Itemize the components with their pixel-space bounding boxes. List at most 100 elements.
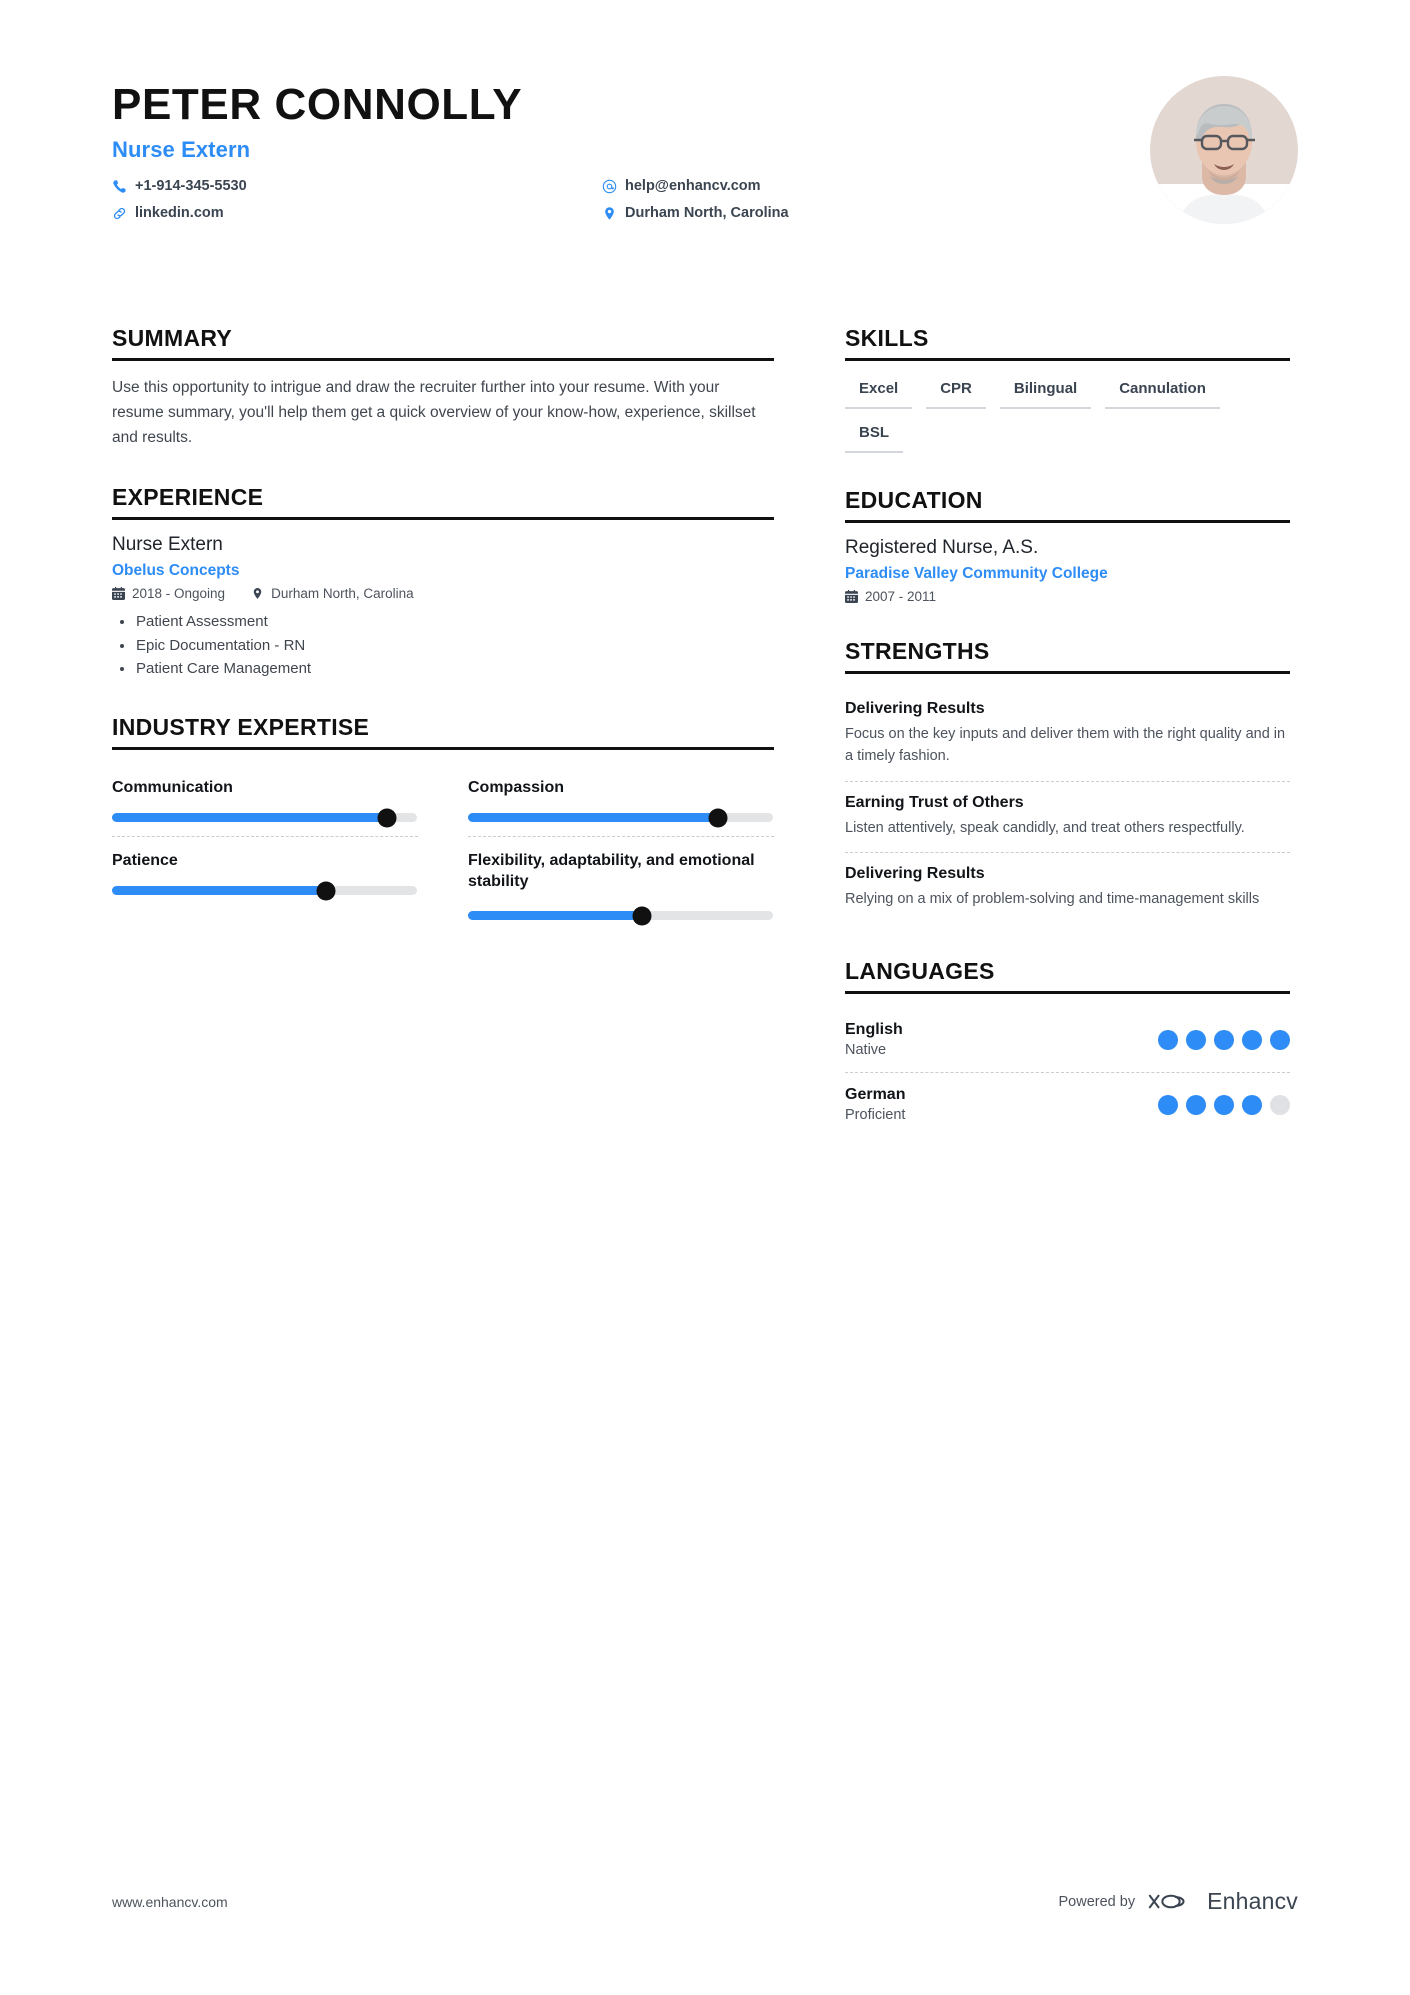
strength-description: Focus on the key inputs and deliver them… xyxy=(845,726,1286,764)
experience-heading: EXPERIENCE xyxy=(112,484,774,521)
strength-description: Listen attentively, speak candidly, and … xyxy=(845,819,1245,836)
rating-dot xyxy=(1270,1029,1290,1050)
section-experience: EXPERIENCE Nurse Extern Obelus Concepts … xyxy=(112,484,774,680)
skill-chip[interactable]: BSL xyxy=(845,419,903,453)
summary-text: Use this opportunity to intrigue and dra… xyxy=(112,379,756,447)
language-name: German xyxy=(845,1086,906,1103)
rating-dot xyxy=(1186,1094,1206,1115)
section-strengths: STRENGTHS Delivering Results Focus on th… xyxy=(845,638,1290,924)
language-item: English Native xyxy=(845,1008,1290,1072)
rating-dot xyxy=(1214,1029,1234,1050)
avatar xyxy=(1150,76,1298,224)
job-role-subtitle: Nurse Extern xyxy=(112,137,251,163)
email-icon xyxy=(602,179,617,194)
strength-item: Delivering Results Focus on the key inpu… xyxy=(845,688,1290,781)
brand-name: Enhancv xyxy=(1207,1888,1298,1914)
slider-knob[interactable] xyxy=(632,906,652,926)
contact-email-text: help@enhancv.com xyxy=(625,178,761,195)
slider-fill xyxy=(112,813,387,823)
language-rating xyxy=(1158,1094,1290,1115)
location-icon xyxy=(602,206,617,221)
expertise-slider[interactable] xyxy=(468,808,773,828)
footer-url[interactable]: www.enhancv.com xyxy=(112,1894,228,1910)
rating-dot xyxy=(1186,1029,1206,1050)
job-location: Durham North, Carolina xyxy=(251,586,414,601)
section-education: EDUCATION Registered Nurse, A.S. Paradis… xyxy=(845,487,1290,604)
section-summary: SUMMARY Use this opportunity to intrigue… xyxy=(112,325,774,450)
language-rating xyxy=(1158,1029,1290,1050)
link-icon xyxy=(112,206,127,221)
language-level: Proficient xyxy=(845,1107,906,1123)
rating-dot xyxy=(1270,1094,1290,1115)
job-dates: 2018 - Ongoing xyxy=(112,586,225,601)
languages-heading: LANGUAGES xyxy=(845,958,1290,994)
expertise-slider[interactable] xyxy=(112,808,417,828)
strength-description: Relying on a mix of problem-solving and … xyxy=(845,891,1260,908)
skill-chip[interactable]: Bilingual xyxy=(999,375,1092,409)
enhancv-logo-icon xyxy=(1146,1889,1196,1914)
experience-entry: Nurse Extern Obelus Concepts 2018 - Ongo… xyxy=(112,534,774,680)
resume-page: PETER CONNOLLY Nurse Extern +1-914-345-5… xyxy=(0,0,1410,1995)
expertise-slider-grid: Communication Compassion Patience Flexib… xyxy=(112,764,774,934)
list-item: Epic Documentation - RN xyxy=(112,634,774,657)
industry-expertise-heading: INDUSTRY EXPERTISE xyxy=(112,714,774,751)
job-location-text: Durham North, Carolina xyxy=(271,586,414,602)
education-dates: 2007 - 2011 xyxy=(845,589,936,604)
contact-linkedin[interactable]: linkedin.com xyxy=(112,203,602,223)
expertise-item-flexibility: Flexibility, adaptability, and emotional… xyxy=(468,836,774,934)
list-item: Patient Care Management xyxy=(112,657,774,680)
left-column: SUMMARY Use this opportunity to intrigue… xyxy=(112,325,774,968)
language-item: German Proficient xyxy=(845,1072,1290,1137)
expertise-slider[interactable] xyxy=(468,906,773,926)
skills-list: Excel CPR Bilingual Cannulation BSL xyxy=(845,375,1290,453)
location-icon xyxy=(251,587,264,600)
rating-dot xyxy=(1242,1029,1262,1050)
contact-phone[interactable]: +1-914-345-5530 xyxy=(112,176,602,196)
section-languages: LANGUAGES English Native German Proficie… xyxy=(845,958,1290,1137)
expertise-label: Flexibility, adaptability, and emotional… xyxy=(468,852,755,890)
strength-item: Delivering Results Relying on a mix of p… xyxy=(845,852,1290,924)
slider-fill xyxy=(112,886,326,896)
slider-knob[interactable] xyxy=(708,808,728,828)
language-info: English Native xyxy=(845,1021,903,1058)
job-position: Nurse Extern xyxy=(112,534,223,556)
skill-chip[interactable]: Excel xyxy=(845,375,913,409)
job-company[interactable]: Obelus Concepts xyxy=(112,562,774,580)
list-item: Patient Assessment xyxy=(112,610,774,633)
language-name: English xyxy=(845,1021,903,1038)
rating-dot xyxy=(1214,1094,1234,1115)
education-entry: Registered Nurse, A.S. Paradise Valley C… xyxy=(845,537,1290,604)
contact-phone-text: +1-914-345-5530 xyxy=(135,178,247,195)
education-degree: Registered Nurse, A.S. xyxy=(845,537,1039,558)
rating-dot xyxy=(1242,1094,1262,1115)
expertise-slider[interactable] xyxy=(112,881,417,901)
slider-fill xyxy=(468,911,642,921)
phone-icon xyxy=(112,179,127,194)
calendar-icon xyxy=(845,590,858,603)
calendar-icon xyxy=(112,587,125,601)
expertise-item-communication: Communication xyxy=(112,764,418,836)
strengths-heading: STRENGTHS xyxy=(845,638,1290,674)
slider-knob[interactable] xyxy=(316,881,335,901)
contact-linkedin-text: linkedin.com xyxy=(135,205,224,222)
right-column: SKILLS Excel CPR Bilingual Cannulation B… xyxy=(845,325,1290,1171)
expertise-label: Compassion xyxy=(468,779,565,797)
slider-knob[interactable] xyxy=(377,808,396,828)
language-level: Native xyxy=(845,1042,887,1058)
job-bullets: Patient Assessment Epic Documentation - … xyxy=(112,610,774,680)
education-heading: EDUCATION xyxy=(845,487,1290,523)
footer-brand: Powered by Enhancv xyxy=(1059,1888,1299,1915)
skill-chip[interactable]: CPR xyxy=(926,375,986,409)
expertise-label: Patience xyxy=(112,852,178,870)
expertise-item-compassion: Compassion xyxy=(468,764,774,836)
education-school[interactable]: Paradise Valley Community College xyxy=(845,565,1290,583)
strength-name: Earning Trust of Others xyxy=(845,793,1024,811)
education-dates-text: 2007 - 2011 xyxy=(865,589,937,604)
rating-dot xyxy=(1158,1094,1178,1115)
contact-location-text: Durham North, Carolina xyxy=(625,205,789,222)
powered-by-label: Powered by xyxy=(1058,1893,1136,1910)
page-footer: www.enhancv.com Powered by Enhancv xyxy=(112,1888,1298,1915)
strength-item: Earning Trust of Others Listen attentive… xyxy=(845,780,1290,853)
skill-chip[interactable]: Cannulation xyxy=(1105,375,1220,409)
education-meta: 2007 - 2011 xyxy=(845,589,1290,604)
